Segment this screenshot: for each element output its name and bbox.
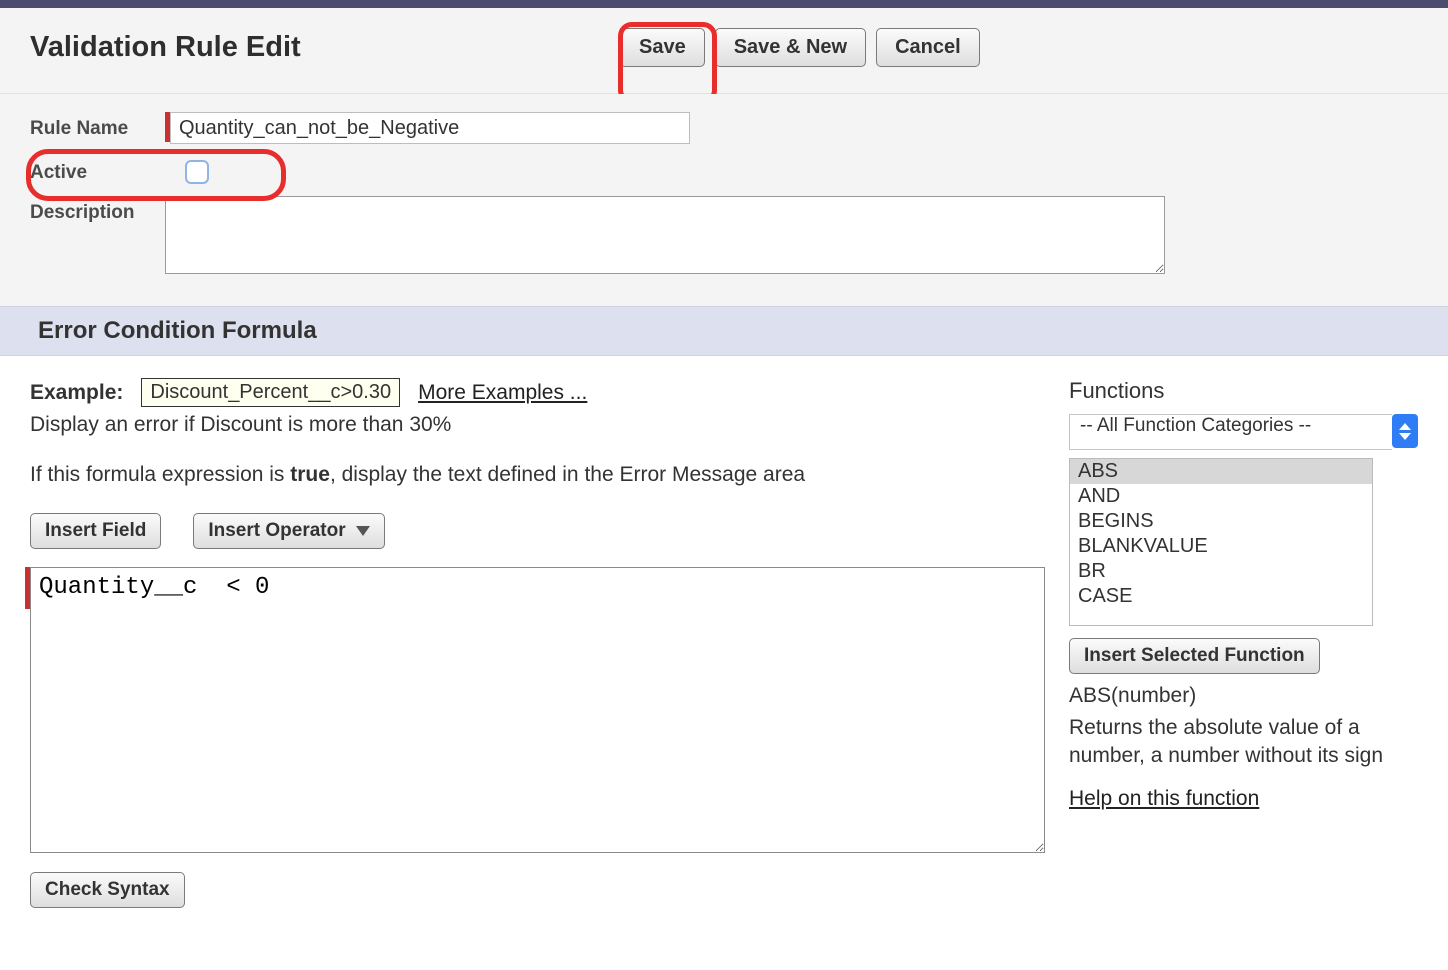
function-option[interactable]: BR <box>1070 559 1372 584</box>
active-checkbox[interactable] <box>185 160 209 184</box>
function-option[interactable]: BEGINS <box>1070 509 1372 534</box>
function-option[interactable]: ABS <box>1070 459 1372 484</box>
hint-bold: true <box>290 463 330 486</box>
description-textarea[interactable] <box>165 196 1165 274</box>
insert-selected-function-button[interactable]: Insert Selected Function <box>1069 638 1320 674</box>
rule-name-input[interactable] <box>170 112 690 144</box>
chevron-down-icon <box>356 526 370 536</box>
rule-name-label: Rule Name <box>30 112 165 140</box>
function-option[interactable]: BLANKVALUE <box>1070 534 1372 559</box>
function-category-select[interactable]: -- All Function Categories -- <box>1069 414 1418 450</box>
hint-prefix: If this formula expression is <box>30 463 290 486</box>
stepper-icon <box>1392 414 1418 448</box>
function-option[interactable]: CASE <box>1070 584 1372 609</box>
description-label: Description <box>30 196 165 224</box>
header-button-row: Save Save & New Cancel <box>620 28 980 67</box>
insert-operator-button[interactable]: Insert Operator <box>193 513 384 549</box>
function-category-selected: -- All Function Categories -- <box>1069 414 1392 450</box>
functions-label: Functions <box>1069 378 1418 404</box>
function-option[interactable]: AND <box>1070 484 1372 509</box>
fields-panel: Rule Name Active Description <box>0 94 1448 306</box>
save-button[interactable]: Save <box>620 28 705 67</box>
more-examples-link[interactable]: More Examples ... <box>418 381 587 405</box>
page-title: Validation Rule Edit <box>30 31 620 64</box>
required-indicator <box>25 567 30 609</box>
active-label: Active <box>30 156 165 184</box>
formula-hint: If this formula expression is true, disp… <box>30 463 1029 487</box>
function-description: Returns the absolute value of a number, … <box>1069 714 1418 771</box>
example-label: Example: <box>30 381 123 405</box>
hint-suffix: , display the text defined in the Error … <box>330 463 805 486</box>
section-header: Error Condition Formula <box>0 306 1448 356</box>
check-syntax-button[interactable]: Check Syntax <box>30 872 185 908</box>
insert-field-button[interactable]: Insert Field <box>30 513 161 549</box>
insert-operator-label: Insert Operator <box>208 520 345 542</box>
window-topbar <box>0 0 1448 8</box>
example-description: Display an error if Discount is more tha… <box>30 413 1029 437</box>
formula-textarea[interactable] <box>30 567 1045 853</box>
function-signature: ABS(number) <box>1069 684 1418 708</box>
functions-listbox[interactable]: ABSANDBEGINSBLANKVALUEBRCASE <box>1069 458 1373 626</box>
example-code: Discount_Percent__c>0.30 <box>141 378 400 407</box>
save-and-new-button[interactable]: Save & New <box>715 28 866 67</box>
cancel-button[interactable]: Cancel <box>876 28 980 67</box>
help-on-this-function-link[interactable]: Help on this function <box>1069 787 1259 810</box>
section-title: Error Condition Formula <box>38 317 1424 345</box>
